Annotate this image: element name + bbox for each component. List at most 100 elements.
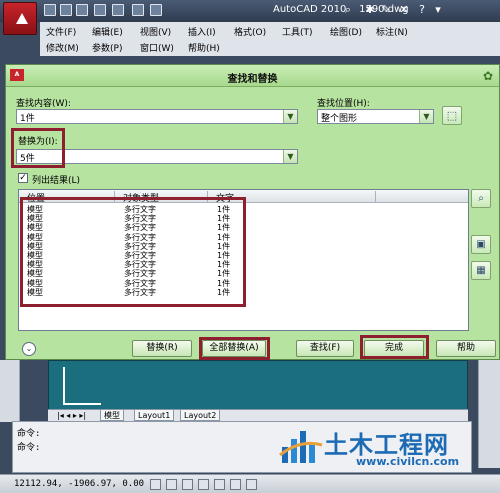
cell-text: 1件	[217, 287, 231, 297]
menu-file[interactable]: 文件(F)	[46, 25, 76, 38]
cell-location: 模型	[27, 232, 43, 242]
watermark-url: www.civilcn.com	[356, 455, 460, 468]
ducs-icon[interactable]	[246, 479, 257, 490]
select-objects-icon[interactable]: ⬚	[442, 106, 462, 125]
list-results-checkbox[interactable]: ✓	[18, 173, 28, 183]
find-what-label: 查找内容(W):	[16, 99, 71, 109]
chevron-down-icon[interactable]: ▼	[419, 110, 433, 123]
menu-draw[interactable]: 绘图(D)	[330, 25, 362, 38]
close-x-icon[interactable]: ✕	[398, 4, 410, 16]
find-button[interactable]: 查找(F)	[296, 340, 354, 357]
table-row[interactable]: 模型 多行文字 1件	[19, 223, 468, 232]
menu-insert[interactable]: 插入(I)	[188, 25, 216, 38]
cell-object-type: 多行文字	[124, 278, 156, 288]
tab-layout1[interactable]: Layout1	[134, 410, 175, 421]
cell-text: 1件	[217, 223, 231, 233]
search-location-label: 查找位置(H):	[317, 99, 370, 109]
close-icon[interactable]: ✿	[481, 69, 495, 83]
column-divider[interactable]	[375, 191, 376, 202]
zoom-to-result-icon[interactable]: ⌕	[471, 189, 491, 208]
table-row[interactable]: 模型 多行文字 1件	[19, 242, 468, 251]
snap-icon[interactable]	[150, 479, 161, 490]
table-row[interactable]: 模型 多行文字 1件	[19, 279, 468, 288]
menu-window[interactable]: 窗口(W)	[140, 41, 174, 54]
find-replace-dialog: A 查找和替换 ✿ 查找内容(W): 1件 ▼ 查找位置(H): 整个图形 ▼ …	[5, 64, 500, 360]
find-what-field[interactable]: 1件 ▼	[16, 109, 298, 124]
autocad-logo-icon	[16, 13, 28, 24]
menu-view[interactable]: 视图(V)	[140, 25, 171, 38]
command-prompt[interactable]: 命令:	[17, 440, 40, 453]
grid-icon[interactable]	[166, 479, 177, 490]
dialog-title-bar[interactable]: A 查找和替换 ✿	[6, 65, 499, 87]
cell-location: 模型	[27, 269, 43, 279]
create-selection-set-icon[interactable]: ▣	[471, 235, 491, 254]
chevron-down-icon[interactable]: ▼	[283, 110, 297, 123]
menu-format[interactable]: 格式(O)	[234, 25, 266, 38]
cell-location: 模型	[27, 214, 43, 224]
star-icon[interactable]: ✱	[364, 4, 376, 16]
menu-parametric[interactable]: 参数(P)	[92, 41, 122, 54]
help-icon[interactable]: ?	[416, 4, 428, 16]
cell-text: 1件	[217, 232, 231, 242]
civilcn-logo-icon	[279, 431, 323, 463]
column-divider[interactable]	[207, 191, 208, 202]
otrack-icon[interactable]	[230, 479, 241, 490]
dialog-title: 查找和替换	[227, 74, 278, 85]
polar-icon[interactable]	[198, 479, 209, 490]
tools-icon[interactable]: ✎	[380, 4, 392, 16]
print-icon[interactable]	[132, 4, 144, 16]
menu-edit[interactable]: 编辑(E)	[92, 25, 123, 38]
dropdown-icon[interactable]	[150, 4, 162, 16]
results-list[interactable]: 位置 对象类型 文字 模型 多行文字 1件 模型 多行文字 1件 模型 多行文字 1件 模型 多行文…	[18, 189, 469, 331]
cell-location: 模型	[27, 260, 43, 270]
new-file-icon[interactable]	[44, 4, 56, 16]
tab-layout2[interactable]: Layout2	[180, 410, 221, 421]
table-row[interactable]: 模型 多行文字 1件	[19, 214, 468, 223]
table-row[interactable]: 模型 多行文字 1件	[19, 251, 468, 260]
ortho-icon[interactable]	[182, 479, 193, 490]
chevron-down-icon[interactable]: ▼	[283, 150, 297, 163]
table-row[interactable]: 模型 多行文字 1件	[19, 269, 468, 278]
cell-object-type: 多行文字	[124, 232, 156, 242]
search-location-select[interactable]: 整个图形 ▼	[317, 109, 434, 124]
replace-button[interactable]: 替换(R)	[132, 340, 192, 357]
table-row[interactable]: 模型 多行文字 1件	[19, 288, 468, 297]
cell-object-type: 多行文字	[124, 214, 156, 224]
binoculars-icon[interactable]: ⌕	[342, 4, 354, 16]
replace-with-field[interactable]: 5件 ▼	[16, 149, 298, 164]
column-object-type[interactable]: 对象类型	[123, 191, 159, 204]
help-button[interactable]: 帮助	[436, 340, 496, 357]
cell-text: 1件	[217, 251, 231, 260]
save-icon[interactable]	[76, 4, 88, 16]
redo-icon[interactable]	[112, 4, 124, 16]
table-row[interactable]: 模型 多行文字 1件	[19, 205, 468, 214]
menu-tools[interactable]: 工具(T)	[282, 25, 313, 38]
undo-icon[interactable]	[94, 4, 106, 16]
cell-text: 1件	[217, 269, 231, 279]
right-toolbar[interactable]	[478, 360, 500, 468]
replace-all-button[interactable]: 全部替换(A)	[202, 340, 266, 357]
tab-nav-arrows[interactable]: |◂ ◂ ▸ ▸|	[54, 410, 89, 421]
cell-location: 模型	[27, 205, 43, 214]
done-button[interactable]: 完成	[364, 340, 424, 357]
expand-options-icon[interactable]: ⌄	[22, 342, 36, 356]
table-row[interactable]: 模型 多行文字 1件	[19, 260, 468, 269]
osnap-icon[interactable]	[214, 479, 225, 490]
chevron-down-icon[interactable]: ▾	[432, 4, 444, 16]
menu-help[interactable]: 帮助(H)	[188, 41, 220, 54]
selection-set-all-icon[interactable]: ▦	[471, 261, 491, 280]
cell-location: 模型	[27, 278, 43, 288]
tab-model[interactable]: 模型	[100, 410, 124, 421]
column-text[interactable]: 文字	[216, 191, 234, 204]
column-divider[interactable]	[114, 191, 115, 202]
column-location[interactable]: 位置	[27, 191, 45, 204]
application-menu-button[interactable]	[3, 2, 37, 35]
ucs-x-axis	[63, 403, 101, 405]
status-bar: 12112.94, -1906.97, 0.00	[0, 474, 500, 493]
menu-dimension[interactable]: 标注(N)	[376, 25, 408, 38]
open-file-icon[interactable]	[60, 4, 72, 16]
left-toolbar[interactable]	[0, 360, 20, 422]
table-row[interactable]: 模型 多行文字 1件	[19, 233, 468, 242]
menu-modify[interactable]: 修改(M)	[46, 41, 79, 54]
menu-bar: 文件(F) 编辑(E) 视图(V) 插入(I) 格式(O) 工具(T) 绘图(D…	[40, 22, 500, 56]
